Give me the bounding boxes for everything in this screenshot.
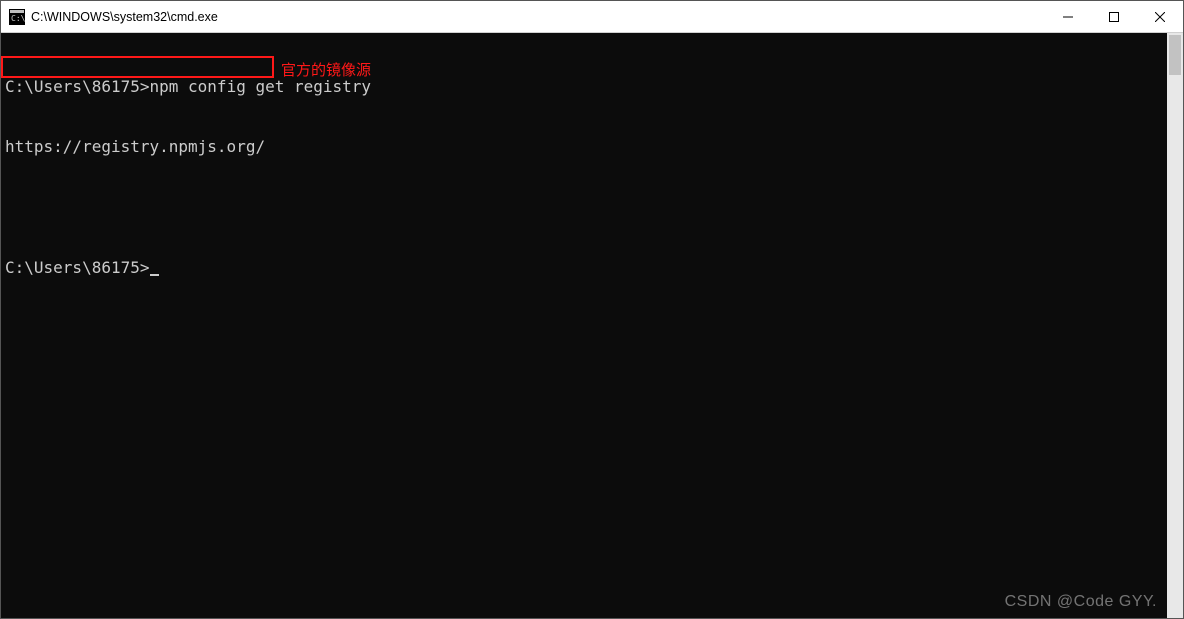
- prompt: C:\Users\86175>: [5, 258, 150, 277]
- maximize-button[interactable]: [1091, 1, 1137, 32]
- titlebar[interactable]: C:\ C:\WINDOWS\system32\cmd.exe: [1, 1, 1183, 33]
- cmd-icon: C:\: [9, 9, 25, 25]
- cmd-window: C:\ C:\WINDOWS\system32\cmd.exe C:\Users…: [0, 0, 1184, 619]
- cursor: [150, 260, 159, 276]
- svg-text:C:\: C:\: [11, 14, 25, 23]
- output-text: https://registry.npmjs.org/: [5, 137, 265, 156]
- window-controls: [1045, 1, 1183, 32]
- close-button[interactable]: [1137, 1, 1183, 32]
- watermark: CSDN @Code GYY.: [1005, 592, 1157, 612]
- highlight-box: [1, 56, 274, 78]
- annotation-label: 官方的镜像源: [281, 61, 371, 81]
- vertical-scrollbar[interactable]: [1167, 33, 1183, 618]
- client-area: C:\Users\86175>npm config get registry h…: [1, 33, 1183, 618]
- scroll-thumb[interactable]: [1169, 35, 1181, 75]
- minimize-button[interactable]: [1045, 1, 1091, 32]
- window-title: C:\WINDOWS\system32\cmd.exe: [31, 10, 1045, 24]
- prompt: C:\Users\86175>: [5, 77, 150, 96]
- terminal-output[interactable]: C:\Users\86175>npm config get registry h…: [1, 33, 1167, 618]
